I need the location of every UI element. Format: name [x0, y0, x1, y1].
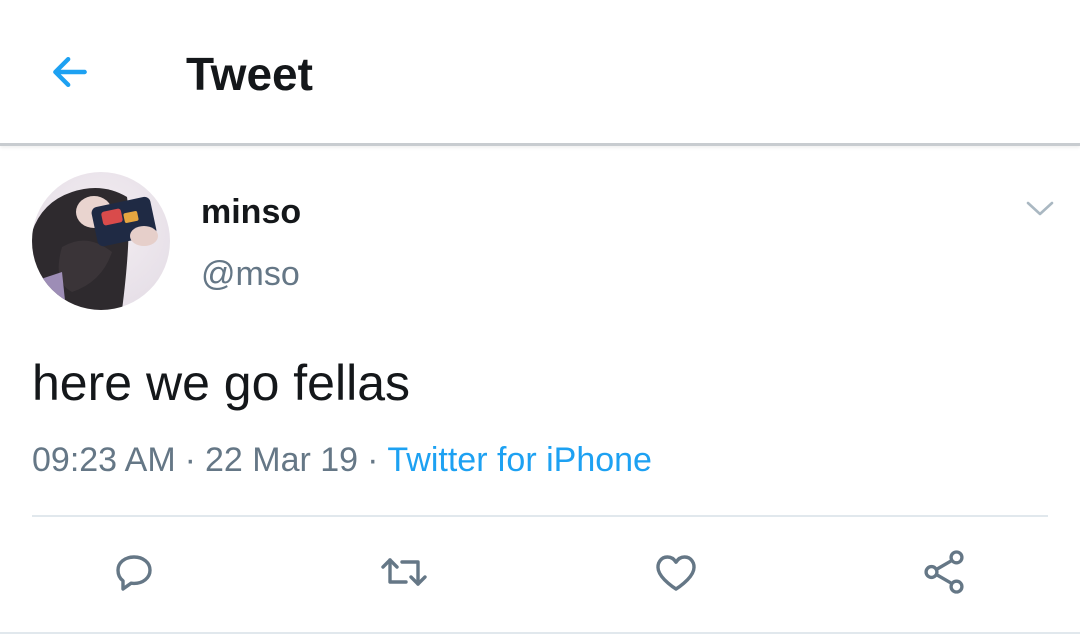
- author-display-name[interactable]: minso: [201, 192, 301, 232]
- like-button[interactable]: [650, 548, 702, 600]
- bottom-divider: [0, 632, 1080, 634]
- tweet-date: 22 Mar 19: [204, 441, 359, 479]
- tweet-text: here we go fellas: [32, 355, 411, 411]
- share-button[interactable]: [918, 548, 970, 600]
- retweet-button[interactable]: [378, 548, 430, 600]
- retweet-icon: [378, 548, 430, 601]
- meta-separator: ·: [184, 441, 196, 479]
- top-app-bar: Tweet: [0, 0, 1080, 146]
- tweet-time: 09:23 AM: [32, 441, 176, 479]
- avatar[interactable]: [32, 172, 170, 310]
- back-button[interactable]: [44, 48, 96, 100]
- reply-button[interactable]: [108, 548, 160, 600]
- meta-separator: ·: [367, 441, 379, 479]
- divider: [32, 515, 1048, 517]
- tweet-source-link[interactable]: Twitter for iPhone: [387, 441, 652, 479]
- heart-icon: [651, 548, 701, 601]
- reply-icon: [110, 548, 158, 601]
- back-arrow-icon: [48, 50, 92, 99]
- tweet-options-button[interactable]: [1020, 194, 1060, 228]
- chevron-down-icon: [1024, 199, 1056, 224]
- page-title: Tweet: [186, 48, 313, 100]
- author-handle: @mso: [201, 255, 300, 293]
- tweet-meta: 09:23 AM · 22 Mar 19 · Twitter for iPhone: [32, 440, 652, 480]
- share-icon: [919, 547, 969, 602]
